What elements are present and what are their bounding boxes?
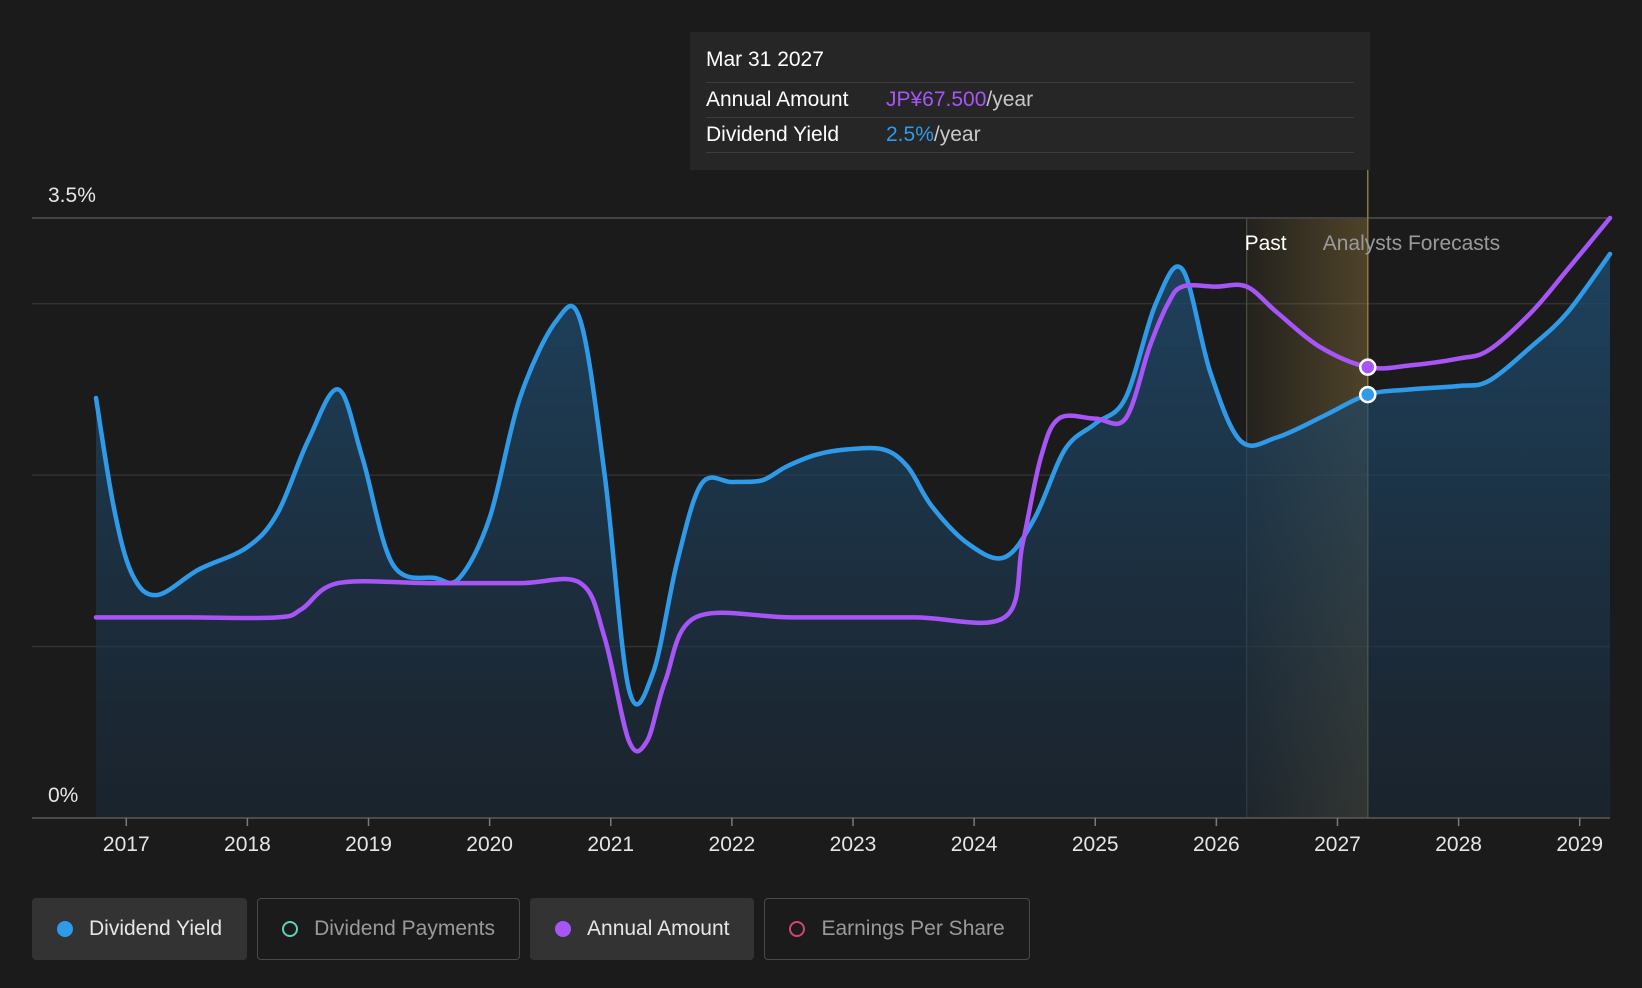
tooltip-label: Dividend Yield [706, 123, 840, 146]
x-tick-label: 2020 [466, 833, 513, 856]
dividend-yield-area [96, 254, 1610, 818]
x-tick-label: 2027 [1314, 833, 1361, 856]
x-tick-label: 2017 [103, 833, 150, 856]
x-tick-label: 2025 [1072, 833, 1119, 856]
x-tick-label: 2021 [587, 833, 634, 856]
past-region-label: Past [1245, 232, 1287, 255]
x-tick-label: 2019 [345, 833, 392, 856]
y-tick-label: 0% [48, 784, 78, 807]
dividend-yield-highlight-point [1359, 385, 1377, 404]
dividend-payments-ring-icon [282, 921, 299, 937]
tooltip-row-dividend-yield: Dividend Yield 2.5% /year [706, 118, 1354, 153]
tooltip-row-annual-amount: Annual Amount JP¥67.500 /year [706, 83, 1354, 118]
tooltip-unit: /year [933, 123, 981, 146]
tooltip-value: 2.5% [886, 123, 934, 146]
legend-label: Annual Amount [587, 917, 730, 940]
legend-button-annual-amount[interactable]: Annual Amount [530, 898, 755, 960]
x-tick-label: 2024 [951, 833, 998, 856]
x-tick-label: 2018 [224, 833, 271, 856]
x-tick-label: 2028 [1435, 833, 1482, 856]
tooltip: Mar 31 2027 Annual Amount JP¥67.500 /yea… [690, 32, 1370, 170]
y-tick-label: 3.5% [48, 184, 96, 207]
tooltip-value: JP¥67.500 [886, 88, 987, 111]
legend-label: Dividend Payments [314, 917, 496, 940]
legend-button-dividend-payments[interactable]: Dividend Payments [257, 898, 521, 960]
earnings-per-share-ring-icon [789, 921, 806, 937]
tooltip-date: Mar 31 2027 [706, 46, 1354, 83]
x-tick-label: 2023 [830, 833, 877, 856]
annual-amount-dot-icon [555, 921, 572, 937]
legend-label: Earnings Per Share [821, 917, 1005, 940]
legend-label: Dividend Yield [89, 917, 223, 940]
tooltip-label: Annual Amount [706, 88, 849, 111]
legend-button-earnings-per-share[interactable]: Earnings Per Share [764, 898, 1030, 960]
legend: Dividend Yield Dividend Payments Annual … [32, 898, 1030, 960]
tooltip-unit: /year [986, 88, 1034, 111]
forecast-region-label: Analysts Forecasts [1323, 232, 1500, 255]
legend-button-dividend-yield[interactable]: Dividend Yield [32, 898, 248, 960]
annual-amount-highlight-point [1359, 358, 1377, 376]
x-tick-label: 2022 [709, 833, 756, 856]
dividend-yield-dot-icon [57, 921, 73, 937]
x-tick-label: 2026 [1193, 833, 1240, 856]
x-tick-label: 2029 [1556, 833, 1603, 856]
